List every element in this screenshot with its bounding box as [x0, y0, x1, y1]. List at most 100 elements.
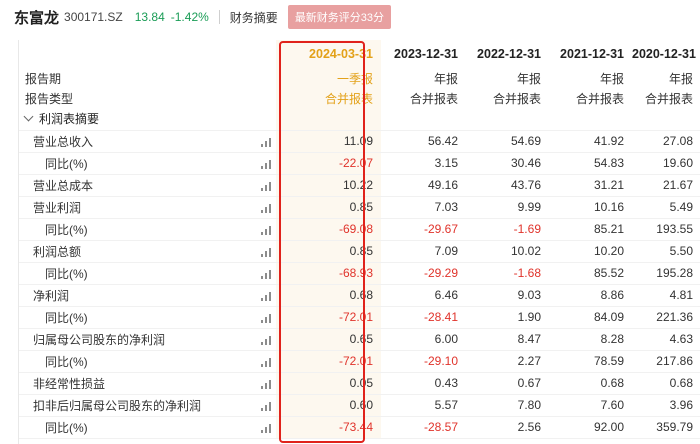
period-date-row: 2024-03-31 2023-12-31 2022-12-31 2021-12… — [19, 40, 700, 68]
bar-chart-icon[interactable] — [261, 181, 271, 191]
bar-chart-icon[interactable] — [261, 335, 271, 345]
value-cell: 30.46 — [466, 152, 549, 175]
empty-cell — [549, 108, 632, 131]
value-cell: 7.09 — [381, 240, 466, 263]
value-cell: 195.28 — [632, 262, 700, 285]
bar-chart-icon[interactable] — [261, 401, 271, 411]
row-label-text: 营业总收入 — [33, 134, 94, 149]
value-cell: 10.02 — [466, 240, 549, 263]
report-type-row: 报告类型 合并报表 合并报表 合并报表 合并报表 合并报表 — [19, 88, 700, 108]
value-cell: 193.55 — [632, 218, 700, 241]
row-label: 同比(%) — [19, 416, 276, 439]
report-type: 合并报表 — [409, 91, 458, 106]
section-title: 利润表摘要 — [39, 112, 100, 127]
period-header[interactable]: 2022-12-31 — [466, 40, 549, 68]
bar-chart-icon[interactable] — [261, 291, 271, 301]
value-cell: 10.20 — [549, 240, 632, 263]
value-cell: 0.67 — [466, 372, 549, 395]
row-label: 同比(%) — [19, 152, 276, 175]
table-row: 同比(%) -68.93 -29.29 -1.68 85.52 195.28 — [19, 262, 700, 285]
bar-chart-icon[interactable] — [261, 379, 271, 389]
row-label: 营业利润 — [19, 196, 276, 219]
table-row: 利润总额 0.85 7.09 10.02 10.20 5.50 — [19, 240, 700, 263]
value-cell: 0.85 — [276, 240, 381, 263]
period-header[interactable]: 2024-03-31 — [276, 40, 381, 68]
bar-chart-icon[interactable] — [261, 357, 271, 367]
table-row: 营业总收入 11.09 56.42 54.69 41.92 27.08 — [19, 130, 700, 153]
period-header[interactable]: 2023-12-31 — [381, 40, 466, 68]
value-cell: 5.50 — [632, 240, 700, 263]
row-label-text: 同比(%) — [45, 156, 88, 171]
tab-financial-summary[interactable]: 财务摘要 — [230, 9, 278, 26]
bar-chart-icon[interactable] — [261, 269, 271, 279]
value-cell: -29.29 — [381, 262, 466, 285]
value-cell: 0.43 — [381, 372, 466, 395]
row-label-text: 利润总额 — [33, 244, 82, 259]
row-label: 同比(%) — [19, 218, 276, 241]
bar-chart-icon[interactable] — [261, 137, 271, 147]
value-cell: -28.57 — [381, 416, 466, 439]
value-cell: 21.67 — [632, 174, 700, 197]
table-row: 扣非后归属母公司股东的净利润 0.60 5.57 7.80 7.60 3.96 — [19, 394, 700, 417]
row-label-text: 同比(%) — [45, 222, 88, 237]
report-period: 年报 — [599, 71, 624, 86]
row-label: 归属母公司股东的净利润 — [19, 328, 276, 351]
row-label: 利润总额 — [19, 240, 276, 263]
value-cell: 92.00 — [549, 416, 632, 439]
section-header-row[interactable]: 利润表摘要 — [19, 108, 700, 131]
bar-chart-icon[interactable] — [261, 225, 271, 235]
value-cell: -29.10 — [381, 350, 466, 373]
value-cell: -72.01 — [276, 350, 381, 373]
value-cell: 5.57 — [381, 394, 466, 417]
table-row: 营业总成本 10.22 49.16 43.76 31.21 21.67 — [19, 174, 700, 197]
value-cell: 7.80 — [466, 394, 549, 417]
chevron-down-icon[interactable] — [23, 111, 34, 122]
period-header[interactable]: 2020-12-31 — [632, 40, 700, 68]
value-cell: 0.68 — [549, 372, 632, 395]
report-type: 合并报表 — [276, 88, 381, 108]
value-cell: 0.68 — [276, 284, 381, 307]
period-header[interactable]: 2021-12-31 — [549, 40, 632, 68]
value-cell: -1.69 — [466, 218, 549, 241]
header-blank — [19, 40, 276, 68]
bar-chart-icon[interactable] — [261, 313, 271, 323]
value-cell: 49.16 — [381, 174, 466, 197]
report-type: 合并报表 — [644, 91, 693, 106]
row-label-text: 营业总成本 — [33, 178, 94, 193]
row-label: 扣非后归属母公司股东的净利润 — [19, 394, 276, 417]
value-cell: 6.00 — [381, 328, 466, 351]
value-cell: 8.86 — [549, 284, 632, 307]
bar-chart-icon[interactable] — [261, 203, 271, 213]
value-cell: 0.68 — [632, 372, 700, 395]
row-label-text: 净利润 — [33, 288, 70, 303]
value-cell: -69.08 — [276, 218, 381, 241]
row-label: 同比(%) — [19, 306, 276, 329]
row-label-text: 同比(%) — [45, 266, 88, 281]
bar-chart-icon[interactable] — [261, 423, 271, 433]
bar-chart-icon[interactable] — [261, 247, 271, 257]
value-cell: 78.59 — [549, 350, 632, 373]
row-label: 同比(%) — [19, 350, 276, 373]
report-period: 一季报 — [276, 68, 381, 88]
financial-score-badge[interactable]: 最新财务评分33分 — [287, 5, 392, 29]
section-toggle[interactable]: 利润表摘要 — [19, 108, 276, 131]
value-cell: -22.07 — [276, 152, 381, 175]
report-period: 年报 — [516, 71, 541, 86]
value-cell: 0.85 — [276, 196, 381, 219]
report-type: 合并报表 — [492, 91, 541, 106]
value-cell: 0.60 — [276, 394, 381, 417]
value-cell: 4.63 — [632, 328, 700, 351]
price-change: -1.42% — [170, 10, 209, 24]
row-label-text: 营业利润 — [33, 200, 82, 215]
value-cell: 7.03 — [381, 196, 466, 219]
row-label-text: 归属母公司股东的净利润 — [33, 332, 166, 347]
table-row: 归属母公司股东的净利润 0.65 6.00 8.47 8.28 4.63 — [19, 328, 700, 351]
value-cell: 41.92 — [549, 130, 632, 153]
value-cell: -68.93 — [276, 262, 381, 285]
table-row: 同比(%) -22.07 3.15 30.46 54.83 19.60 — [19, 152, 700, 175]
stock-price: 13.84 — [134, 10, 165, 24]
stock-code: 300171.SZ — [64, 10, 123, 24]
stock-name: 东富龙 — [14, 9, 60, 27]
bar-chart-icon[interactable] — [261, 159, 271, 169]
value-cell: 221.36 — [632, 306, 700, 329]
